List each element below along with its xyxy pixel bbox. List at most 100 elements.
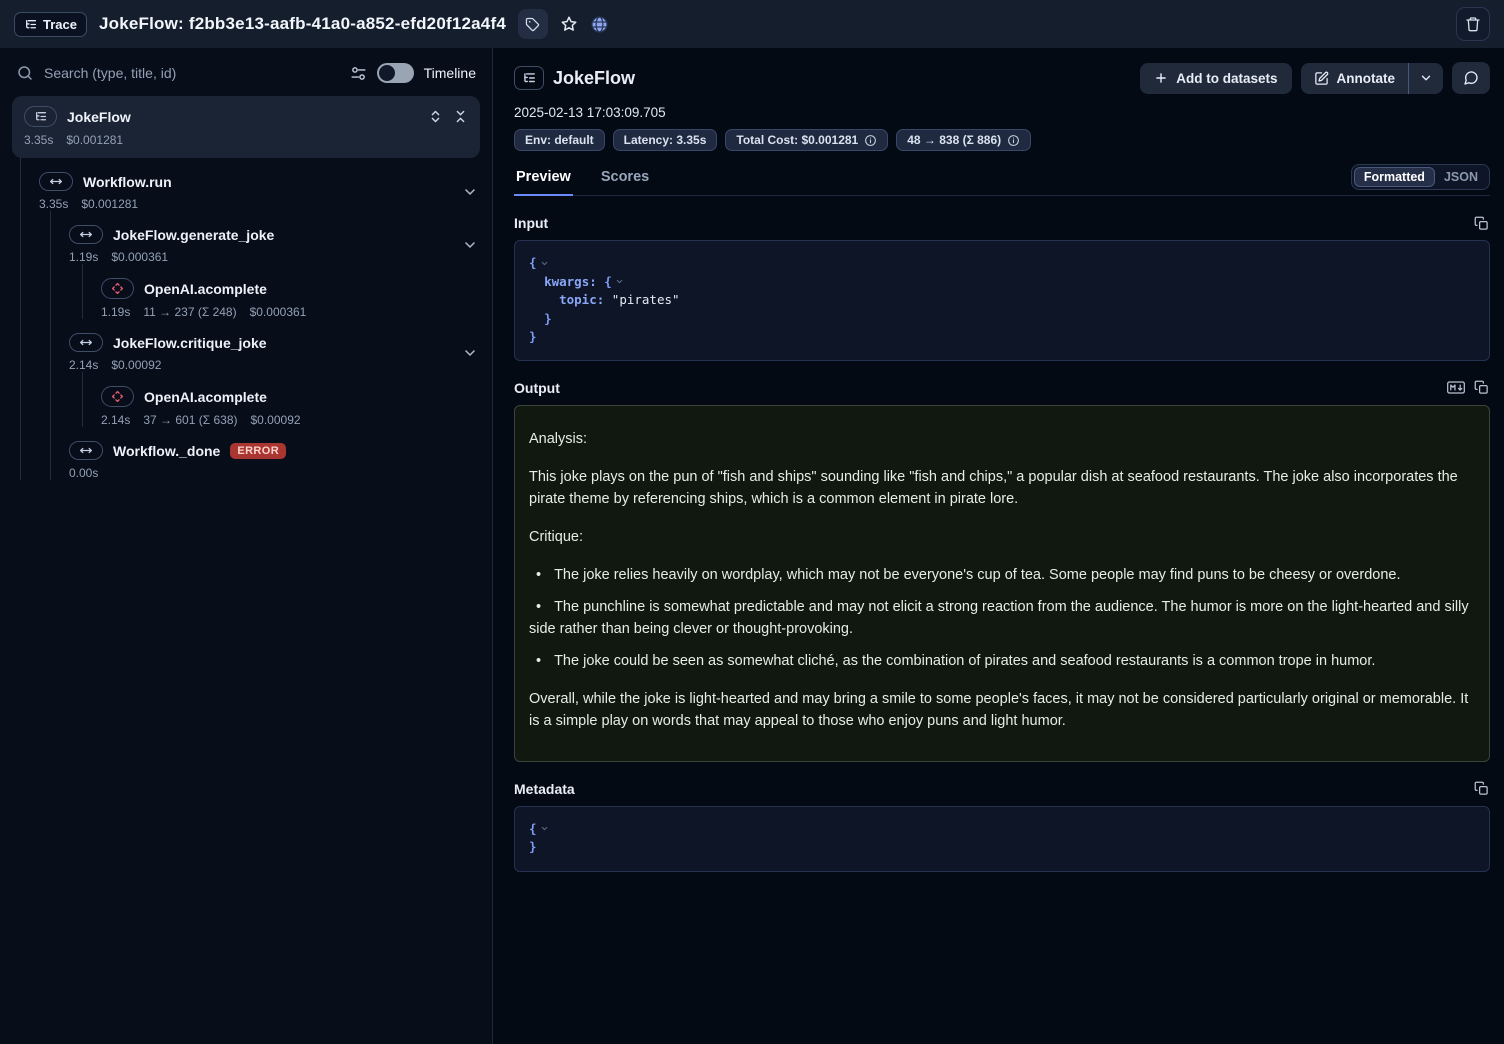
total-cost-badge: Total Cost: $0.001281 bbox=[725, 129, 888, 151]
toggle-knob bbox=[379, 65, 395, 81]
node-label: JokeFlow.critique_joke bbox=[113, 335, 267, 351]
star-button[interactable] bbox=[560, 15, 578, 33]
delete-trace-button[interactable] bbox=[1456, 7, 1490, 41]
add-to-datasets-label: Add to datasets bbox=[1176, 71, 1277, 86]
top-bar: Trace JokeFlow: f2bb3e13-aafb-41a0-a852-… bbox=[0, 0, 1504, 48]
span-arrows-icon bbox=[79, 229, 93, 240]
node-cost: $0.000361 bbox=[111, 250, 168, 264]
tab-preview[interactable]: Preview bbox=[514, 169, 573, 196]
tag-button[interactable] bbox=[518, 9, 548, 39]
tab-scores[interactable]: Scores bbox=[599, 169, 651, 195]
generation-node-pill bbox=[101, 278, 134, 299]
node-duration: 1.19s bbox=[69, 250, 98, 264]
span-tree: JokeFlow 3.35s $0.001281 bbox=[0, 96, 492, 480]
node-cost: $0.00092 bbox=[111, 358, 161, 372]
node-label: JokeFlow.generate_joke bbox=[113, 227, 274, 243]
search-input[interactable] bbox=[44, 65, 340, 81]
timeline-toggle[interactable] bbox=[377, 63, 414, 83]
input-json-viewer[interactable]: { kwargs: { topic: "pirates" } } bbox=[514, 240, 1490, 361]
output-section-title: Output bbox=[514, 380, 560, 396]
trace-node-pill bbox=[24, 106, 57, 127]
trace-badges-row: Env: default Latency: 3.35s Total Cost: … bbox=[514, 129, 1490, 151]
span-node-pill bbox=[69, 333, 103, 352]
trace-tree-sidebar: Timeline JokeFlow bbox=[0, 48, 493, 1044]
collapse-chevron-icon[interactable] bbox=[540, 259, 549, 268]
generation-node-pill bbox=[101, 386, 134, 407]
public-globe-button[interactable] bbox=[590, 15, 609, 34]
node-tokens: 37 → 601 (Σ 638) bbox=[143, 413, 237, 427]
chevron-down-icon[interactable] bbox=[462, 237, 478, 253]
format-formatted-option[interactable]: Formatted bbox=[1354, 167, 1435, 187]
chevron-down-icon[interactable] bbox=[462, 184, 478, 200]
tag-icon bbox=[525, 17, 540, 32]
latency-badge: Latency: 3.35s bbox=[613, 129, 718, 151]
overall-text: Overall, while the joke is light-hearted… bbox=[529, 688, 1475, 732]
node-label: Workflow._done bbox=[113, 443, 220, 459]
tree-node-jokeflow-root[interactable]: JokeFlow 3.35s $0.001281 bbox=[12, 96, 480, 158]
trace-title-pill bbox=[514, 66, 544, 90]
metadata-json-viewer[interactable]: { } bbox=[514, 806, 1490, 872]
env-badge: Env: default bbox=[514, 129, 605, 151]
format-json-option[interactable]: JSON bbox=[1435, 168, 1487, 186]
copy-icon[interactable] bbox=[1474, 216, 1489, 231]
span-arrows-icon bbox=[49, 176, 63, 187]
critique-bullet: The punchline is somewhat predictable an… bbox=[529, 596, 1475, 640]
collapse-chevron-icon[interactable] bbox=[540, 824, 549, 833]
plus-icon bbox=[1154, 71, 1168, 85]
annotate-dropdown-button[interactable] bbox=[1408, 63, 1443, 94]
token-usage-badge: 48 → 838 (Σ 886) bbox=[896, 129, 1031, 151]
span-arrows-icon bbox=[79, 445, 93, 456]
trace-detail-panel: JokeFlow Add to datasets Annotate bbox=[493, 48, 1504, 1044]
copy-icon[interactable] bbox=[1474, 781, 1489, 796]
metadata-section: Metadata { } bbox=[514, 781, 1490, 872]
list-tree-icon bbox=[522, 71, 536, 85]
comments-button[interactable] bbox=[1452, 62, 1490, 94]
tree-node-openai-acomplete-2[interactable]: OpenAI.acomplete 2.14s 37 → 601 (Σ 638) … bbox=[101, 372, 480, 427]
node-duration: 3.35s bbox=[24, 133, 53, 147]
annotate-split-button: Annotate bbox=[1301, 63, 1444, 94]
chevron-down-icon bbox=[1419, 71, 1433, 85]
timeline-toggle-label: Timeline bbox=[424, 65, 476, 81]
annotate-button[interactable]: Annotate bbox=[1301, 63, 1409, 94]
filter-settings-icon[interactable] bbox=[350, 65, 367, 82]
node-duration: 3.35s bbox=[39, 197, 68, 211]
list-tree-icon bbox=[24, 18, 37, 31]
chevron-down-icon[interactable] bbox=[462, 345, 478, 361]
trace-badge-label: Trace bbox=[43, 17, 77, 32]
trace-type-badge: Trace bbox=[14, 12, 87, 37]
critique-bullet: The joke could be seen as somewhat clich… bbox=[529, 650, 1475, 672]
page-title: JokeFlow bbox=[553, 68, 635, 89]
node-cost: $0.000361 bbox=[250, 305, 307, 319]
info-icon bbox=[864, 134, 877, 147]
generation-icon bbox=[111, 390, 124, 403]
expand-all-icon[interactable] bbox=[428, 109, 443, 124]
node-label: OpenAI.acomplete bbox=[144, 389, 267, 405]
tree-node-openai-acomplete-1[interactable]: OpenAI.acomplete 1.19s 11 → 237 (Σ 248) … bbox=[101, 264, 480, 319]
node-duration: 2.14s bbox=[101, 413, 130, 427]
span-arrows-icon bbox=[79, 337, 93, 348]
pen-square-icon bbox=[1314, 71, 1329, 86]
copy-icon[interactable] bbox=[1474, 380, 1489, 395]
span-node-pill bbox=[39, 172, 73, 191]
collapse-chevron-icon[interactable] bbox=[615, 277, 624, 286]
markdown-toggle-icon[interactable] bbox=[1447, 380, 1465, 395]
trace-timestamp: 2025-02-13 17:03:09.705 bbox=[514, 105, 1490, 120]
node-cost: $0.00092 bbox=[251, 413, 301, 427]
add-to-datasets-button[interactable]: Add to datasets bbox=[1140, 63, 1291, 94]
error-status-badge: ERROR bbox=[230, 443, 286, 459]
annotate-label: Annotate bbox=[1337, 71, 1396, 86]
search-icon bbox=[16, 64, 34, 82]
node-label: OpenAI.acomplete bbox=[144, 281, 267, 297]
generation-icon bbox=[111, 282, 124, 295]
tree-node-workflow-run[interactable]: Workflow.run 3.35s $0.001281 bbox=[39, 158, 480, 211]
node-tokens: 11 → 237 (Σ 248) bbox=[143, 305, 236, 319]
analysis-text: This joke plays on the pun of "fish and … bbox=[529, 466, 1475, 510]
collapse-all-icon[interactable] bbox=[453, 109, 468, 124]
output-content[interactable]: Analysis: This joke plays on the pun of … bbox=[514, 405, 1490, 762]
tree-node-critique-joke[interactable]: JokeFlow.critique_joke 2.14s $0.00092 bbox=[69, 319, 480, 372]
node-cost: $0.001281 bbox=[66, 133, 123, 147]
tree-search-row: Timeline bbox=[0, 48, 492, 96]
span-node-pill bbox=[69, 225, 103, 244]
tree-node-workflow-done[interactable]: Workflow._done ERROR 0.00s bbox=[69, 427, 480, 480]
tree-node-generate-joke[interactable]: JokeFlow.generate_joke 1.19s $0.000361 bbox=[69, 211, 480, 264]
